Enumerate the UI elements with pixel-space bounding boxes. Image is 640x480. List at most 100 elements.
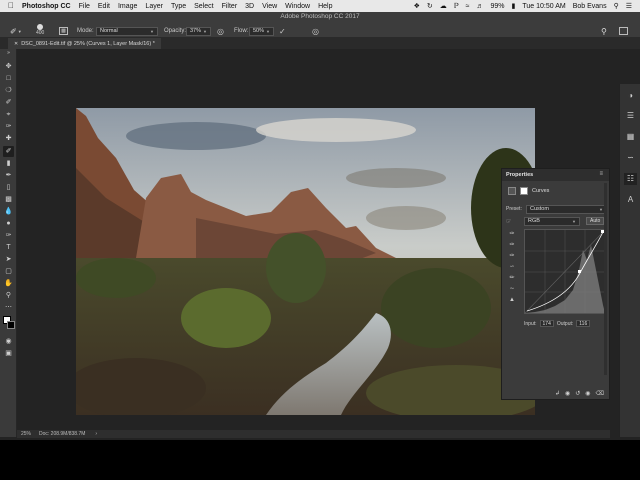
volume-icon[interactable]: ♬ <box>477 3 484 10</box>
menu-image[interactable]: Image <box>118 3 137 10</box>
brush-tool-icon[interactable]: ✐ <box>3 146 14 157</box>
clipping-warning-icon[interactable]: ▲ <box>506 295 518 306</box>
battery-icon[interactable]: ▮ <box>512 2 516 10</box>
collapse-icon[interactable]: » <box>3 51 14 56</box>
mode-select[interactable]: Normal ▼ <box>96 26 158 36</box>
gradient-tool-icon[interactable]: ▩ <box>3 194 14 205</box>
paths-panel-icon[interactable]: ∽ <box>624 152 637 164</box>
opacity-field[interactable]: 37% ▼ <box>186 26 211 36</box>
white-point-eyedropper-icon[interactable]: ✑ <box>506 251 518 262</box>
layers-panel-icon[interactable]: ☰ <box>624 110 637 122</box>
hand-tool-icon[interactable]: ✋ <box>3 278 14 289</box>
channel-select[interactable]: RGB ▼ <box>524 216 580 226</box>
target-adjust-icon[interactable]: ☞ <box>506 218 520 225</box>
search-button[interactable]: ⚲ <box>601 26 607 36</box>
blur-tool-icon[interactable]: 💧 <box>3 206 14 217</box>
pen-tool-icon[interactable]: ✑ <box>3 230 14 241</box>
menu-type[interactable]: Type <box>171 3 186 10</box>
app-menu[interactable]: Photoshop CC <box>22 3 71 10</box>
smooth-curve-icon[interactable]: ∼ <box>506 284 518 295</box>
menu-window[interactable]: Window <box>285 3 310 10</box>
panel-scrollbar[interactable] <box>604 183 607 375</box>
close-icon[interactable]: ✕ <box>14 41 18 47</box>
black-point-eyedropper-icon[interactable]: ✑ <box>506 229 518 240</box>
panel-menu-icon[interactable]: ≡ <box>599 171 603 177</box>
chevron-right-icon[interactable]: › <box>95 431 97 437</box>
marquee-tool-icon[interactable]: □ <box>3 73 14 84</box>
type-tool-icon[interactable]: T <box>3 242 14 253</box>
cloud-icon[interactable]: ☁ <box>440 2 447 10</box>
pencil-curve-tool-icon[interactable]: ✏ <box>506 273 518 284</box>
menu-view[interactable]: View <box>262 3 277 10</box>
document-tab[interactable]: ✕ DSC_0891-Edit.tif @ 25% (Curves 1, Lay… <box>8 38 161 49</box>
clone-stamp-tool-icon[interactable]: ▮ <box>3 158 14 169</box>
rectangle-tool-icon[interactable]: ▢ <box>3 266 14 277</box>
zoom-level[interactable]: 25% <box>21 431 39 437</box>
menu-help[interactable]: Help <box>318 3 332 10</box>
brush-size-picker[interactable]: 400 <box>36 24 44 38</box>
menu-edit[interactable]: Edit <box>98 3 110 10</box>
eyedropper-tool-icon[interactable]: ✑ <box>3 121 14 132</box>
gray-point-eyedropper-icon[interactable]: ✑ <box>506 240 518 251</box>
trash-icon[interactable]: ⌫ <box>596 390 604 397</box>
visibility-eye-icon[interactable]: ◉ <box>585 390 590 397</box>
user-name[interactable]: Bob Evans <box>573 3 607 10</box>
history-brush-tool-icon[interactable]: ✒ <box>3 170 14 181</box>
menu-layer[interactable]: Layer <box>145 3 163 10</box>
notification-icon[interactable]: ☰ <box>626 2 632 10</box>
screen-mode-icon[interactable]: ▣ <box>3 348 14 359</box>
character-panel-icon[interactable]: A <box>624 194 637 206</box>
output-field[interactable]: 116 <box>576 320 591 327</box>
curve-point-tool-icon[interactable]: ∽ <box>506 262 518 273</box>
properties-panel-icon[interactable]: ☷ <box>624 173 637 185</box>
quick-select-tool-icon[interactable]: ✐ <box>3 97 14 108</box>
more-tools-icon[interactable]: ⋯ <box>3 302 14 313</box>
lasso-tool-icon[interactable]: ❍ <box>3 85 14 96</box>
input-field[interactable]: 174 <box>539 320 554 327</box>
flow-label: Flow: <box>234 28 249 34</box>
move-tool-icon[interactable]: ✥ <box>3 61 14 72</box>
eraser-tool-icon[interactable]: ▯ <box>3 182 14 193</box>
airbrush-button[interactable]: ✓ <box>279 26 286 36</box>
dropbox-icon[interactable]: ❖ <box>414 2 420 10</box>
brush-tool-preset[interactable]: ✐ ▼ <box>10 26 22 36</box>
menu-file[interactable]: File <box>79 3 90 10</box>
color-swatches[interactable] <box>3 316 15 330</box>
curves-graph[interactable] <box>524 229 606 314</box>
mask-icon[interactable] <box>520 187 528 195</box>
adjustment-name: Curves <box>532 188 550 194</box>
pressure-opacity-button[interactable]: ◎ <box>217 26 224 36</box>
clock[interactable]: Tue 10:50 AM <box>522 3 565 10</box>
dodge-tool-icon[interactable]: ● <box>3 218 14 229</box>
menu-3d[interactable]: 3D <box>245 3 254 10</box>
battery-percent[interactable]: 99% <box>491 3 505 10</box>
tree-canopy <box>381 268 491 348</box>
channels-panel-icon[interactable]: ▦ <box>624 131 637 143</box>
pressure-size-button[interactable]: ◎ <box>312 26 319 36</box>
quick-mask-icon[interactable]: ◉ <box>3 336 14 347</box>
document-canvas[interactable] <box>76 108 535 415</box>
view-previous-icon[interactable]: ◉ <box>565 390 570 397</box>
path-select-tool-icon[interactable]: ➤ <box>3 254 14 265</box>
clip-to-layer-icon[interactable]: ↲ <box>555 390 560 397</box>
spotlight-icon[interactable]: ⚲ <box>614 2 619 10</box>
menu-filter[interactable]: Filter <box>222 3 238 10</box>
sync-icon[interactable]: ↻ <box>427 2 433 10</box>
healing-brush-tool-icon[interactable]: ✚ <box>3 133 14 144</box>
brush-panel-toggle[interactable]: ▩ <box>59 26 68 36</box>
color-panel-icon[interactable]: ◑ <box>624 90 637 102</box>
apple-icon[interactable]:  <box>8 2 16 10</box>
zoom-tool-icon[interactable]: ⚲ <box>3 290 14 301</box>
auto-button[interactable]: Auto <box>586 217 605 225</box>
crop-tool-icon[interactable]: ⌖ <box>3 109 14 120</box>
curve-control-point[interactable] <box>578 270 581 273</box>
wifi-icon[interactable]: ≈ <box>466 3 470 10</box>
background-color-swatch[interactable] <box>7 321 15 329</box>
preset-select[interactable]: Custom ▼ <box>526 204 607 214</box>
flow-field[interactable]: 50% ▼ <box>249 26 274 36</box>
chevron-down-icon: ▼ <box>203 28 207 34</box>
workspace-button[interactable] <box>619 26 628 36</box>
bluetooth-icon[interactable]: ℙ <box>454 2 459 10</box>
reset-icon[interactable]: ↺ <box>575 390 580 397</box>
menu-select[interactable]: Select <box>194 3 213 10</box>
